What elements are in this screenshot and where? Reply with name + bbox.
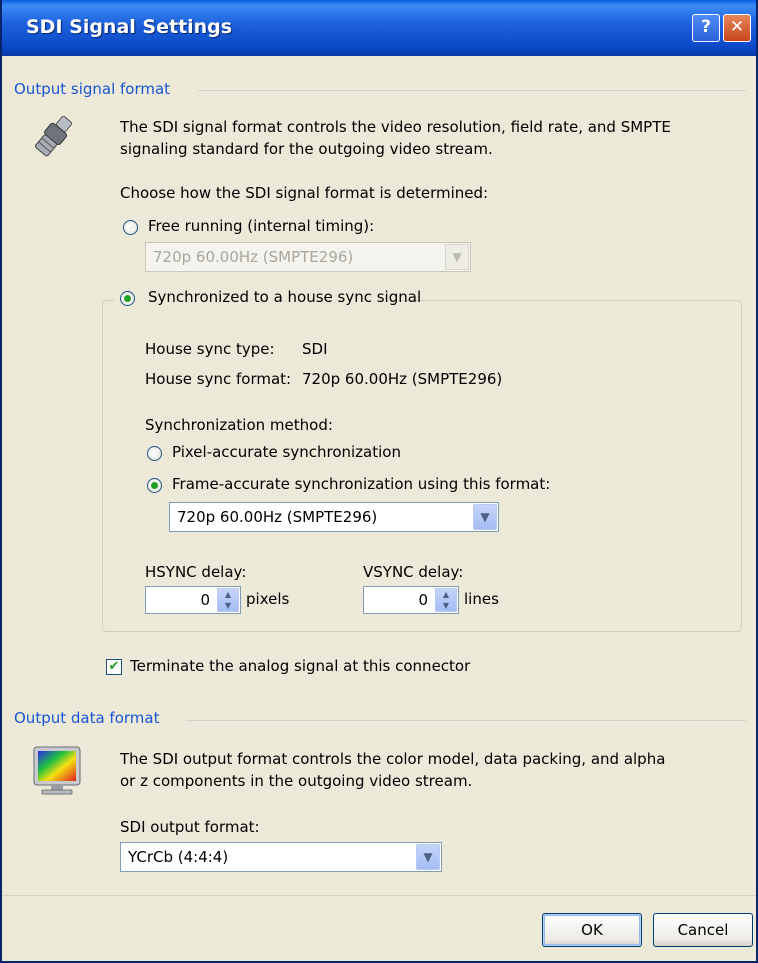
chevron-down-icon: ▼: [473, 504, 497, 530]
choose-format-label: Choose how the SDI signal format is dete…: [120, 184, 489, 202]
chevron-down-icon: ▼: [445, 244, 469, 270]
house-sync-format-value: 720p 60.00Hz (SMPTE296): [302, 370, 503, 388]
sdi-output-format-value: YCrCb (4:4:4): [128, 848, 229, 866]
frame-accurate-format-select[interactable]: 720p 60.00Hz (SMPTE296) ▼: [169, 502, 499, 532]
free-running-label[interactable]: Free running (internal timing):: [148, 217, 374, 235]
output-signal-format-heading: Output signal format: [14, 80, 171, 98]
house-sync-type-value: SDI: [302, 340, 328, 358]
sdi-output-format-select[interactable]: YCrCb (4:4:4) ▼: [120, 842, 442, 872]
house-sync-header: Synchronized to a house sync signal: [114, 286, 421, 312]
synchronized-label[interactable]: Synchronized to a house sync signal: [148, 288, 421, 306]
vsync-delay-value: 0: [418, 591, 428, 609]
vsync-delay-label: VSYNC delay:: [363, 563, 464, 581]
frame-accurate-label[interactable]: Frame-accurate synchronization using thi…: [172, 475, 550, 493]
signal-description-line2: signaling standard for the outgoing vide…: [120, 140, 493, 158]
output-data-format-heading: Output data format: [14, 709, 160, 727]
spin-arrows-icon[interactable]: ▲ ▼: [217, 588, 239, 612]
help-button[interactable]: ?: [692, 14, 720, 42]
chevron-down-icon: ▼: [416, 844, 440, 870]
terminate-checkbox[interactable]: ✔: [106, 659, 122, 675]
hsync-delay-label: HSYNC delay:: [145, 563, 247, 581]
title-bar[interactable]: SDI Signal Settings ? ✕: [2, 0, 756, 56]
vsync-delay-stepper[interactable]: 0 ▲ ▼: [363, 586, 459, 614]
free-running-format-select[interactable]: 720p 60.00Hz (SMPTE296) ▼: [145, 242, 471, 272]
window-title: SDI Signal Settings: [26, 16, 233, 38]
hsync-delay-value: 0: [200, 591, 210, 609]
sdi-output-format-label: SDI output format:: [120, 818, 260, 836]
terminate-label[interactable]: Terminate the analog signal at this conn…: [130, 657, 470, 675]
monitor-icon: [33, 746, 81, 795]
vsync-delay-unit: lines: [464, 590, 499, 608]
ok-button[interactable]: OK: [542, 913, 642, 947]
pixel-accurate-radio[interactable]: [147, 446, 162, 461]
hsync-delay-unit: pixels: [246, 590, 290, 608]
group-divider: [198, 90, 746, 91]
cancel-button[interactable]: Cancel: [653, 913, 753, 947]
pixel-accurate-label[interactable]: Pixel-accurate synchronization: [172, 443, 401, 461]
sdi-signal-settings-dialog: SDI Signal Settings ? ✕ Output signal fo…: [0, 0, 758, 963]
data-description-line2: or z components in the outgoing video st…: [120, 772, 473, 790]
data-description-line1: The SDI output format controls the color…: [120, 750, 666, 768]
signal-description-line1: The SDI signal format controls the video…: [120, 118, 671, 136]
sync-method-label: Synchronization method:: [145, 416, 333, 434]
house-sync-format-label: House sync format:: [145, 370, 292, 388]
free-running-format-value: 720p 60.00Hz (SMPTE296): [153, 248, 354, 266]
connector-icon: [34, 115, 73, 157]
footer-divider: [2, 895, 756, 896]
synchronized-radio[interactable]: [120, 291, 135, 306]
hsync-delay-stepper[interactable]: 0 ▲ ▼: [145, 586, 241, 614]
close-button[interactable]: ✕: [723, 14, 751, 42]
group-divider: [186, 720, 746, 721]
free-running-radio[interactable]: [123, 220, 138, 235]
frame-accurate-radio[interactable]: [147, 478, 162, 493]
house-sync-type-label: House sync type:: [145, 340, 275, 358]
frame-accurate-format-value: 720p 60.00Hz (SMPTE296): [177, 508, 378, 526]
spin-arrows-icon[interactable]: ▲ ▼: [435, 588, 457, 612]
